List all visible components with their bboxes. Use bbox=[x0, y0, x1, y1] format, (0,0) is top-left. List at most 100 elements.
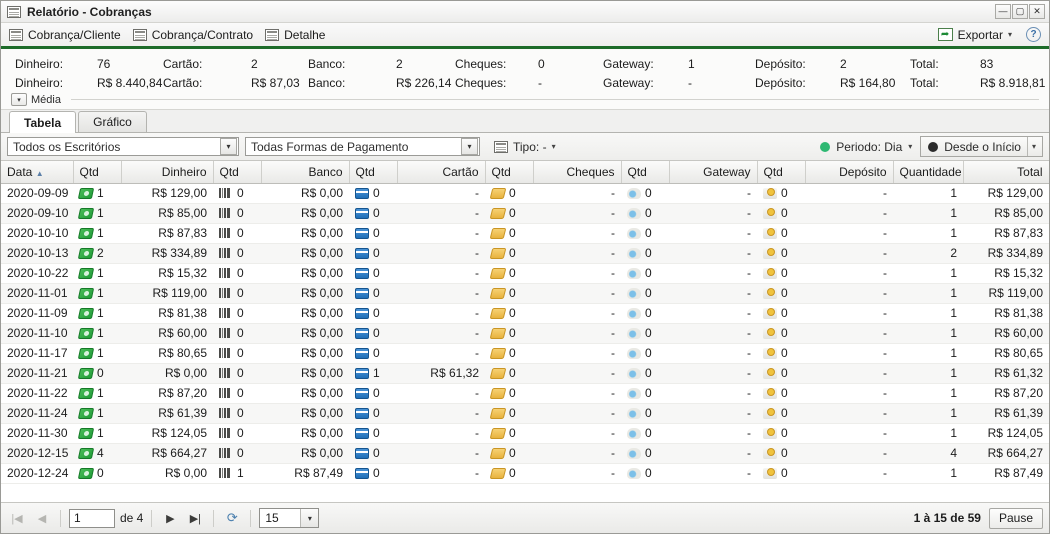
table-row[interactable]: 2020-11-21 0 R$ 0,00 0 R$ 0,00 1 R$ 61,32 0-0-0… bbox=[1, 363, 1049, 384]
table-row[interactable]: 2020-10-13 2 R$ 334,89 0 R$ 0,00 0-0-0-0-2 R$ … bbox=[1, 243, 1049, 264]
col-header-dinheiro[interactable]: Dinheiro bbox=[121, 161, 214, 184]
office-filter-value: Todos os Escritórios bbox=[13, 139, 121, 154]
cell-quantidade: 1 bbox=[893, 363, 963, 384]
col-header-qtd-deposito[interactable]: Qtd bbox=[757, 161, 806, 184]
gateway-icon bbox=[627, 287, 641, 299]
col-header-qtd-cartao[interactable]: Qtd bbox=[349, 161, 398, 184]
pause-button[interactable]: Pause bbox=[988, 507, 1043, 529]
col-header-deposito[interactable]: Depósito bbox=[805, 161, 894, 184]
cheque-icon bbox=[489, 367, 507, 379]
summary-amount-deposito: Depósito: R$ 164,80 bbox=[755, 76, 910, 90]
page-number-input[interactable] bbox=[69, 508, 115, 528]
cell-cheques: - bbox=[533, 423, 621, 444]
col-header-qtd-dinheiro[interactable]: Qtd bbox=[73, 161, 122, 184]
chevron-down-icon[interactable]: ▾ bbox=[461, 138, 478, 155]
table-row[interactable]: 2020-11-30 1 R$ 124,05 0 R$ 0,00 0-0-0-0-1 R$ … bbox=[1, 423, 1049, 444]
table-row[interactable]: 2020-10-22 1 R$ 15,32 0 R$ 0,00 0-0-0-0-1 R$ 1… bbox=[1, 263, 1049, 284]
tab-tabela[interactable]: Tabela bbox=[9, 111, 77, 133]
summary-label: Cartão: bbox=[163, 56, 203, 71]
barcode-icon bbox=[219, 248, 233, 259]
cell-banco: R$ 0,00 bbox=[261, 343, 349, 364]
cell-cartao: - bbox=[397, 443, 485, 464]
chevron-down-icon: ▾ bbox=[1007, 30, 1012, 39]
cell-qtd-deposito: 0 bbox=[757, 423, 805, 444]
page-count-label: de 4 bbox=[120, 511, 144, 525]
office-filter-select[interactable]: Todos os Escritórios ▾ bbox=[7, 137, 239, 156]
cell-qtd-cheques: 0 bbox=[485, 323, 533, 344]
cell-qtd-cheques: 0 bbox=[485, 343, 533, 364]
minimize-button[interactable]: — bbox=[995, 4, 1011, 19]
media-collapse-button[interactable]: ▾ bbox=[11, 93, 27, 106]
periodo-filter[interactable]: Periodo: Dia ▾ bbox=[820, 140, 912, 154]
tipo-filter[interactable]: Tipo: - ▾ bbox=[486, 140, 556, 154]
col-header-qtd-gateway[interactable]: Qtd bbox=[621, 161, 670, 184]
col-header-data[interactable]: Data ▲ bbox=[1, 161, 74, 184]
col-header-cartao[interactable]: Cartão bbox=[397, 161, 486, 184]
toolbar-item-cobranca-cliente[interactable]: Cobrança/Cliente bbox=[5, 26, 129, 44]
cell-qtd-banco: 0 bbox=[213, 323, 261, 344]
chevron-down-icon[interactable]: ▾ bbox=[300, 509, 319, 527]
cell-banco: R$ 87,49 bbox=[261, 463, 349, 484]
summary-value: 0 bbox=[538, 56, 545, 71]
cell-qtd-deposito: 0 bbox=[757, 183, 805, 204]
chevron-down-icon[interactable]: ▾ bbox=[1026, 137, 1040, 156]
report-table-container[interactable]: Data ▲ Qtd Dinheiro Qtd Banco Qtd Cartão… bbox=[1, 161, 1049, 503]
table-row[interactable]: 2020-11-10 1 R$ 60,00 0 R$ 0,00 0-0-0-0-1 R$ 6… bbox=[1, 323, 1049, 344]
barcode-icon bbox=[219, 288, 233, 299]
last-page-button[interactable]: ▶| bbox=[185, 508, 205, 528]
summary-count-gateway: Gateway: 1 bbox=[603, 57, 755, 71]
cell-dinheiro: R$ 664,27 bbox=[121, 443, 213, 464]
summary-amount-banco: Banco: R$ 226,14 bbox=[308, 76, 455, 90]
next-page-button[interactable]: ▶ bbox=[160, 508, 180, 528]
cell-quantidade: 1 bbox=[893, 303, 963, 324]
table-row[interactable]: 2020-09-10 1 R$ 85,00 0 R$ 0,00 0-0-0-0-1 R$ 8… bbox=[1, 203, 1049, 224]
table-row[interactable]: 2020-11-24 1 R$ 61,39 0 R$ 0,00 0-0-0-0-1 R$ 6… bbox=[1, 403, 1049, 424]
cell-quantidade: 4 bbox=[893, 443, 963, 464]
table-row[interactable]: 2020-09-09 1 R$ 129,00 0 R$ 0,00 0-0-0-0-1 R$ … bbox=[1, 183, 1049, 204]
toolbar-item-cobranca-contrato[interactable]: Cobrança/Contrato bbox=[129, 26, 261, 44]
table-row[interactable]: 2020-11-01 1 R$ 119,00 0 R$ 0,00 0-0-0-0-1 R$ … bbox=[1, 283, 1049, 304]
col-header-qtd-cheques[interactable]: Qtd bbox=[485, 161, 534, 184]
table-row[interactable]: 2020-11-09 1 R$ 81,38 0 R$ 0,00 0-0-0-0-1 R$ 8… bbox=[1, 303, 1049, 324]
cell-qtd-cheques: 0 bbox=[485, 243, 533, 264]
range-filter[interactable]: Desde o Início ▾ bbox=[920, 136, 1043, 157]
summary-value: R$ 8.440,84 bbox=[97, 75, 163, 90]
cell-qtd-cartao: 0 bbox=[349, 443, 397, 464]
table-row[interactable]: 2020-12-24 0 R$ 0,00 1 R$ 87,49 0-0-0-0-1 R$ 8… bbox=[1, 463, 1049, 484]
col-header-cheques[interactable]: Cheques bbox=[533, 161, 622, 184]
credit-card-icon bbox=[355, 227, 369, 239]
toolbar-item-label: Cobrança/Cliente bbox=[28, 27, 121, 42]
summary-label: Banco: bbox=[308, 75, 346, 90]
summary-label: Depósito: bbox=[755, 56, 806, 71]
close-button[interactable]: ✕ bbox=[1029, 4, 1045, 19]
payment-filter-select[interactable]: Todas Formas de Pagamento ▾ bbox=[245, 137, 480, 156]
table-row[interactable]: 2020-11-17 1 R$ 80,65 0 R$ 0,00 0-0-0-0-1 R$ 8… bbox=[1, 343, 1049, 364]
cell-gateway: - bbox=[669, 183, 757, 204]
cell-cartao: - bbox=[397, 203, 485, 224]
table-row[interactable]: 2020-12-15 4 R$ 664,27 0 R$ 0,00 0-0-0-0-4 R$ … bbox=[1, 443, 1049, 464]
chevron-down-icon[interactable]: ▾ bbox=[220, 138, 237, 155]
col-header-total[interactable]: Total bbox=[963, 161, 1049, 184]
cell-total: R$ 61,39 bbox=[963, 403, 1049, 424]
export-button[interactable]: ➦ Exportar ▾ bbox=[934, 26, 1020, 44]
maximize-button[interactable]: ▢ bbox=[1012, 4, 1028, 19]
col-header-quantidade[interactable]: Quantidade bbox=[893, 161, 964, 184]
help-icon[interactable]: ? bbox=[1026, 27, 1041, 42]
refresh-icon[interactable]: ⟳ bbox=[222, 508, 242, 528]
first-page-button[interactable]: |◀ bbox=[7, 508, 27, 528]
tab-grafico[interactable]: Gráfico bbox=[78, 111, 147, 132]
cell-total: R$ 124,05 bbox=[963, 423, 1049, 444]
col-header-qtd-banco[interactable]: Qtd bbox=[213, 161, 262, 184]
toolbar-item-detalhe[interactable]: Detalhe bbox=[261, 26, 333, 44]
page-size-select[interactable]: 15 ▾ bbox=[259, 508, 320, 528]
tipo-filter-label: Tipo: - bbox=[513, 139, 547, 154]
cell-cartao: - bbox=[397, 403, 485, 424]
table-row[interactable]: 2020-10-10 1 R$ 87,83 0 R$ 0,00 0-0-0-0-1 R$ 8… bbox=[1, 223, 1049, 244]
previous-page-button[interactable]: ◀ bbox=[32, 508, 52, 528]
status-dot-icon bbox=[820, 141, 831, 152]
gateway-icon bbox=[627, 447, 641, 459]
col-header-banco[interactable]: Banco bbox=[261, 161, 350, 184]
col-header-gateway[interactable]: Gateway bbox=[669, 161, 758, 184]
credit-card-icon bbox=[355, 267, 369, 279]
table-row[interactable]: 2020-11-22 1 R$ 87,20 0 R$ 0,00 0-0-0-0-1 R$ 8… bbox=[1, 383, 1049, 404]
